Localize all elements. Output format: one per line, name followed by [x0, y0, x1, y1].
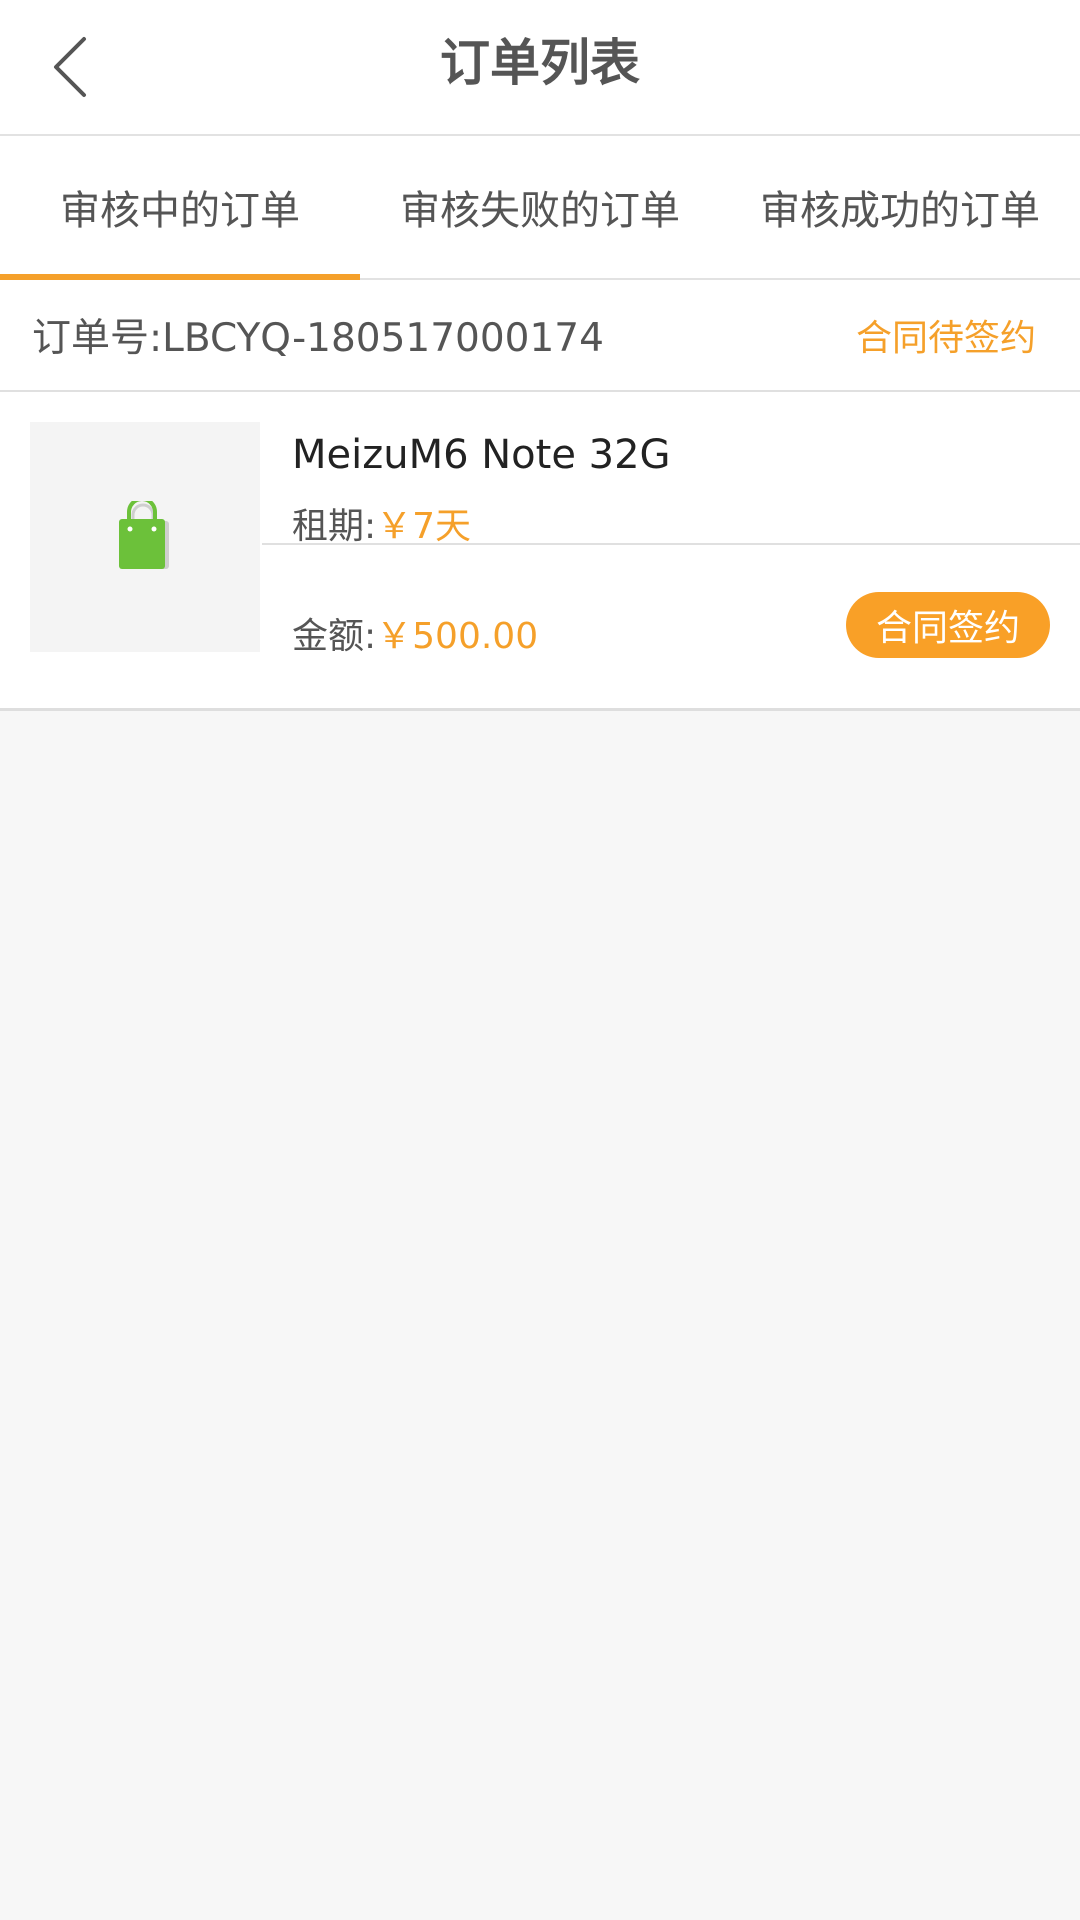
tab-reviewing[interactable]: 审核中的订单 [0, 136, 360, 280]
tab-review-success[interactable]: 审核成功的订单 [720, 136, 1080, 278]
product-thumbnail[interactable] [30, 422, 260, 652]
divider [262, 543, 1080, 545]
amount-value: ￥500.00 [376, 616, 539, 657]
order-header: 订单号:LBCYQ-180517000174 合同待签约 [0, 280, 1080, 392]
order-tabs: 审核中的订单 审核失败的订单 审核成功的订单 [0, 136, 1080, 280]
order-body: MeizuM6 Note 32G 租期:￥7天 金额:￥500.00 合同签约 [0, 392, 1080, 708]
shopping-bag-icon [119, 501, 169, 569]
page-title: 订单列表 [440, 34, 640, 92]
app-root: 订单列表 审核中的订单 审核失败的订单 审核成功的订单 订单号:LBCYQ-18… [0, 0, 1080, 1920]
top-bar: 订单列表 [0, 0, 1080, 136]
order-card[interactable]: 订单号:LBCYQ-180517000174 合同待签约 MeizuM6 Not… [0, 280, 1080, 711]
amount-label: 金额: [292, 616, 377, 657]
rent-label: 租期: [292, 506, 377, 547]
order-amount: 金额:￥500.00 [292, 607, 538, 659]
rent-value: ￥7天 [376, 506, 472, 547]
order-status-label: 合同待签约 [855, 318, 1036, 359]
rent-period: 租期:￥7天 [292, 497, 471, 549]
sign-contract-button[interactable]: 合同签约 [846, 592, 1050, 658]
order-number: 订单号:LBCYQ-180517000174 [32, 316, 604, 361]
tab-review-failed[interactable]: 审核失败的订单 [360, 136, 720, 278]
product-name: MeizuM6 Note 32G [292, 432, 671, 478]
